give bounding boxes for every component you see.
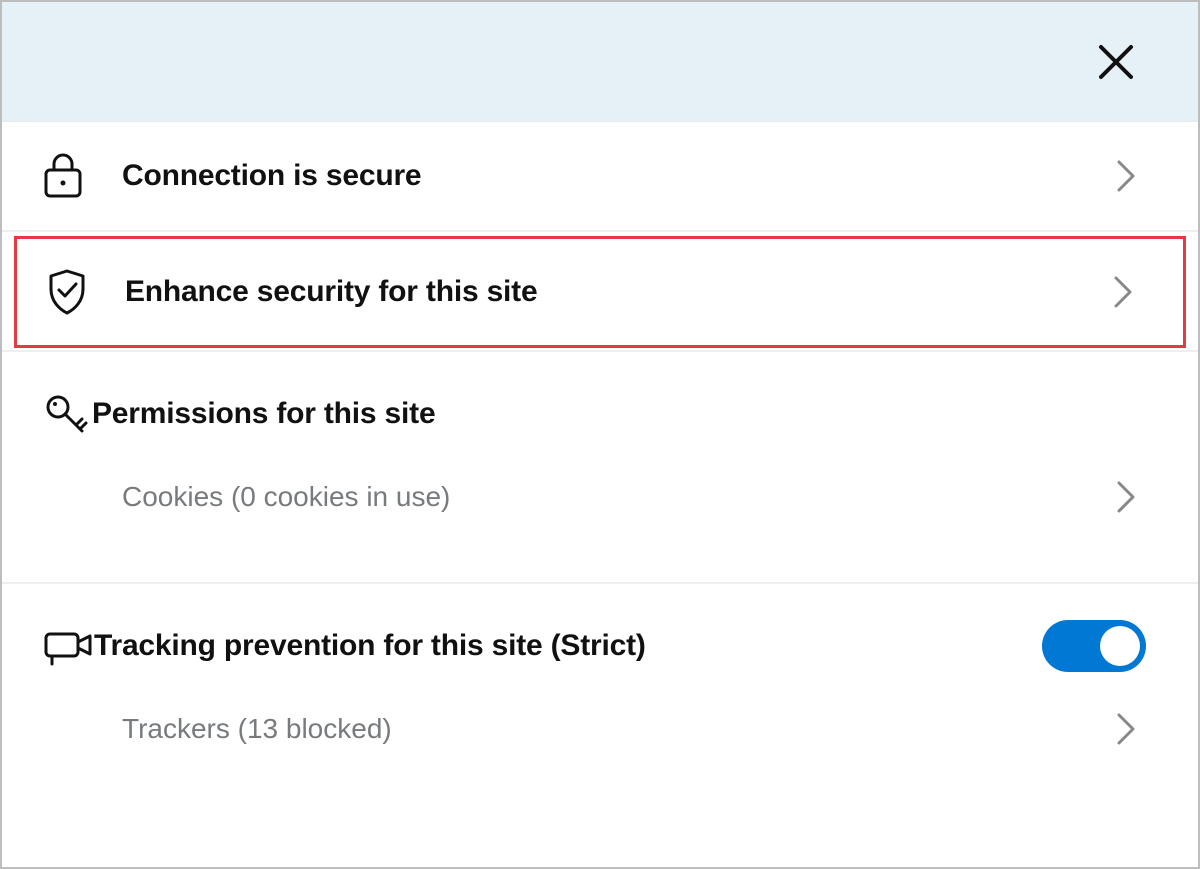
tracking-toggle[interactable] (1042, 620, 1146, 672)
close-icon (1097, 43, 1135, 81)
tracking-section: Tracking prevention for this site (Stric… (2, 584, 1198, 814)
chevron-right-icon (1115, 711, 1137, 747)
permissions-header-row[interactable]: Permissions for this site (2, 376, 1198, 452)
connection-secure-label: Connection is secure (122, 159, 1106, 193)
permissions-section: Permissions for this site Cookies (0 coo… (2, 352, 1198, 584)
chevron-right-icon (1115, 479, 1137, 515)
lock-icon (42, 152, 84, 200)
shield-check-icon (45, 267, 89, 317)
tracking-label: Tracking prevention for this site (Stric… (94, 629, 1042, 663)
cookies-label: Cookies (0 cookies in use) (122, 481, 1106, 513)
panel-header (2, 2, 1198, 122)
trackers-row[interactable]: Trackers (13 blocked) (2, 684, 1198, 814)
site-info-panel: Connection is secure Enhance security fo… (0, 0, 1200, 869)
close-button[interactable] (1086, 32, 1146, 92)
tracking-header-row: Tracking prevention for this site (Stric… (2, 608, 1198, 684)
permissions-label: Permissions for this site (92, 397, 1146, 431)
enhance-security-row[interactable]: Enhance security for this site (14, 236, 1186, 348)
connection-secure-row[interactable]: Connection is secure (2, 122, 1198, 232)
toggle-knob (1100, 626, 1140, 666)
chevron-right-icon (1115, 158, 1137, 194)
trackers-label: Trackers (13 blocked) (122, 713, 1106, 745)
enhance-security-label: Enhance security for this site (125, 275, 1103, 309)
chevron-right-icon (1112, 274, 1134, 310)
camera-icon (42, 624, 94, 668)
cookies-row[interactable]: Cookies (0 cookies in use) (2, 452, 1198, 582)
key-icon (42, 389, 92, 439)
